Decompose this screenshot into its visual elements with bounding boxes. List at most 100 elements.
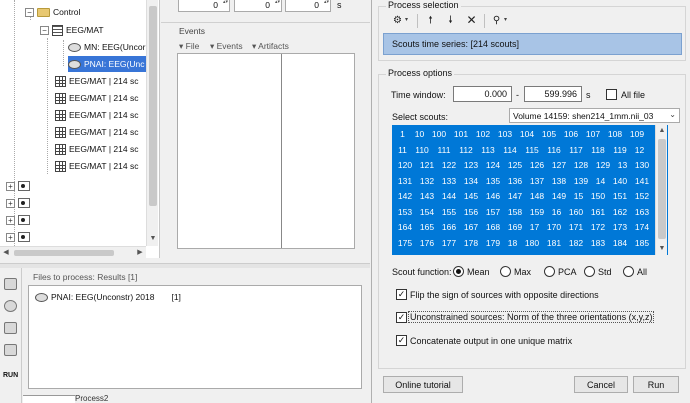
- scout-item[interactable]: 106: [560, 127, 582, 143]
- scout-item[interactable]: 138: [548, 174, 570, 190]
- scout-item[interactable]: 164: [394, 220, 416, 236]
- scout-item[interactable]: 159: [526, 205, 548, 221]
- scout-item[interactable]: 19: [482, 251, 499, 255]
- scout-function-radio-pca[interactable]: [544, 266, 555, 277]
- run-button[interactable]: Run: [633, 376, 679, 393]
- scout-item[interactable]: 158: [504, 205, 526, 221]
- scout-function-radio-mean[interactable]: [453, 266, 464, 277]
- scout-item[interactable]: 107: [582, 127, 604, 143]
- brain-filter-icon[interactable]: [4, 300, 17, 312]
- process-item[interactable]: Scouts time series: [214 scouts]: [392, 39, 519, 49]
- scout-item[interactable]: 134: [460, 174, 482, 190]
- scout-item[interactable]: 167: [460, 220, 482, 236]
- scout-item[interactable]: 162: [609, 205, 631, 221]
- scout-item[interactable]: 153: [394, 205, 416, 221]
- scout-item[interactable]: 127: [548, 158, 570, 174]
- scout-item[interactable]: 148: [526, 189, 548, 205]
- tree-node-scout-result[interactable]: EEG/MAT | 214 sc: [55, 124, 138, 140]
- scout-item[interactable]: 140: [609, 174, 631, 190]
- scout-item[interactable]: 184: [609, 236, 631, 252]
- scout-item[interactable]: 111: [433, 143, 455, 159]
- scout-item[interactable]: 10: [411, 127, 428, 143]
- scout-item[interactable]: 100: [428, 127, 450, 143]
- files-list[interactable]: PNAI: EEG(Unconstr) 2018 [1]: [28, 285, 362, 389]
- scout-item[interactable]: 143: [416, 189, 438, 205]
- scout-item[interactable]: 175: [394, 236, 416, 252]
- scout-item[interactable]: 132: [416, 174, 438, 190]
- scout-item[interactable]: 15: [570, 189, 587, 205]
- scout-item[interactable]: 16: [548, 205, 565, 221]
- scout-item[interactable]: 149: [548, 189, 570, 205]
- scout-item[interactable]: 144: [438, 189, 460, 205]
- tree-node-scout-result[interactable]: EEG/MAT | 214 sc: [55, 141, 138, 157]
- scout-item[interactable]: 154: [416, 205, 438, 221]
- time-end-input[interactable]: 599.996: [524, 86, 582, 102]
- scouts-list[interactable]: 1 10 100 101 102 103 104 105 106 107 108 109 11 110 11…: [392, 125, 668, 255]
- scout-item[interactable]: 170: [543, 220, 565, 236]
- scout-item[interactable]: 124: [482, 158, 504, 174]
- scout-item[interactable]: 186: [394, 251, 416, 255]
- scout-item[interactable]: 136: [504, 174, 526, 190]
- scout-item[interactable]: 128: [570, 158, 592, 174]
- collapse-icon[interactable]: −: [40, 25, 49, 35]
- cancel-button[interactable]: Cancel: [574, 376, 628, 393]
- flip-checkbox[interactable]: ✓: [396, 289, 407, 300]
- time-spinner-1[interactable]: 0: [178, 0, 230, 12]
- scout-item[interactable]: 110: [411, 143, 433, 159]
- online-tutorial-button[interactable]: Online tutorial: [383, 376, 463, 393]
- scout-item[interactable]: 183: [587, 236, 609, 252]
- move-up-icon[interactable]: 🠕: [422, 12, 439, 29]
- scout-item[interactable]: 114: [499, 143, 521, 159]
- matrix-filter-icon[interactable]: [4, 322, 17, 334]
- scout-item[interactable]: 137: [526, 174, 548, 190]
- scout-item[interactable]: 121: [416, 158, 438, 174]
- scroll-down-icon[interactable]: ▼: [147, 233, 159, 245]
- scouts-scrollbar[interactable]: ▲ ▼: [655, 125, 667, 255]
- scout-item[interactable]: 166: [438, 220, 460, 236]
- scroll-down-icon[interactable]: ▼: [656, 243, 668, 255]
- scout-item[interactable]: 168: [482, 220, 504, 236]
- all-file-checkbox[interactable]: [606, 89, 617, 100]
- scout-item[interactable]: 188: [438, 251, 460, 255]
- scout-item[interactable]: 123: [460, 158, 482, 174]
- tree-node-eegmat[interactable]: − EEG/MAT: [40, 22, 104, 38]
- pipeline-icon[interactable]: ⚲: [488, 12, 505, 29]
- scout-item[interactable]: 108: [604, 127, 626, 143]
- scout-function-radio-max[interactable]: [500, 266, 511, 277]
- tree-node-scout-result[interactable]: EEG/MAT | 214 sc: [55, 158, 138, 174]
- scroll-right-icon[interactable]: ▶: [134, 247, 146, 258]
- scout-item[interactable]: 104: [516, 127, 538, 143]
- scout-item[interactable]: 151: [609, 189, 631, 205]
- chevron-down-icon[interactable]: ▾: [405, 16, 408, 23]
- scout-item[interactable]: 14: [592, 174, 609, 190]
- events-splitter[interactable]: [281, 54, 282, 248]
- tree-node-subject[interactable]: +: [6, 195, 30, 211]
- menu-events[interactable]: ▾ Events: [210, 41, 243, 52]
- chevron-down-icon[interactable]: ⌄: [669, 110, 676, 119]
- tree-hscrollbar[interactable]: ◀ ▶: [0, 246, 146, 258]
- scout-item[interactable]: 165: [416, 220, 438, 236]
- tree-node-pnai[interactable]: PNAI: EEG(Unc: [68, 56, 149, 72]
- delete-icon[interactable]: ✕: [463, 12, 480, 29]
- concatenate-checkbox[interactable]: ✓: [396, 335, 407, 346]
- scout-function-radio-std[interactable]: [584, 266, 595, 277]
- scout-item[interactable]: 122: [438, 158, 460, 174]
- scout-item[interactable]: 146: [482, 189, 504, 205]
- scroll-left-icon[interactable]: ◀: [0, 247, 12, 258]
- tab-process1[interactable]: [23, 395, 75, 403]
- scout-item[interactable]: 191: [521, 251, 543, 255]
- scout-item[interactable]: 129: [592, 158, 614, 174]
- scout-item[interactable]: 120: [394, 158, 416, 174]
- scout-item[interactable]: 113: [477, 143, 499, 159]
- scout-item[interactable]: 187: [416, 251, 438, 255]
- scout-item[interactable]: 152: [631, 189, 653, 205]
- scout-item[interactable]: 176: [416, 236, 438, 252]
- menu-artifacts[interactable]: ▾ Artifacts: [252, 41, 289, 52]
- scout-item[interactable]: 139: [570, 174, 592, 190]
- file-item[interactable]: PNAI: EEG(Unconstr) 2018 [1]: [35, 289, 181, 305]
- scout-item[interactable]: 126: [526, 158, 548, 174]
- process1-icon[interactable]: [4, 278, 17, 290]
- scout-item[interactable]: 190: [499, 251, 521, 255]
- time-start-input[interactable]: 0.000: [453, 86, 512, 102]
- events-list[interactable]: [177, 53, 355, 249]
